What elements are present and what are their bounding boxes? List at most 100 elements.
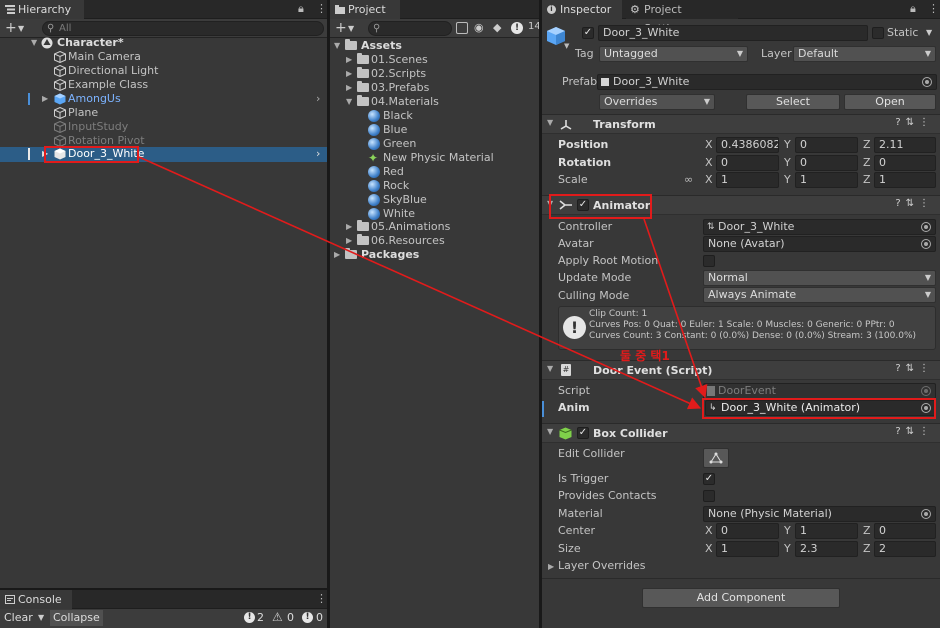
project-folder[interactable]: ▼ 04.Materials [330,95,539,109]
rotation-y-field[interactable]: 0 [795,155,858,171]
component-tools-icons[interactable]: ?⇅⋮ [895,426,934,437]
hierarchy-item-disabled[interactable]: Rotation Pivot [0,134,327,148]
position-y-field[interactable]: 0 [795,137,858,153]
expand-arrow-icon[interactable]: ▶ [334,248,340,262]
project-folder[interactable]: ▶ 06.Resources [330,234,539,248]
icon-dropdown-arrow[interactable]: ▼ [564,42,569,50]
scale-y-field[interactable]: 1 [795,172,858,188]
component-tools-icons[interactable]: ?⇅⋮ [895,117,934,128]
project-folder-root[interactable]: ▼ Assets [330,39,539,53]
material-asset[interactable]: White [330,207,539,221]
material-asset[interactable]: Rock [330,179,539,193]
active-checkbox[interactable]: ✓ [582,27,594,39]
expand-arrow-icon[interactable]: ▶ [42,92,48,106]
project-folder-root[interactable]: ▶ Packages [330,248,539,262]
transform-header[interactable]: ▼ Transform ?⇅⋮ [542,114,940,134]
add-component-button[interactable]: Add Component [642,588,840,608]
expand-arrow-icon[interactable]: ▼ [346,95,352,109]
avatar-field[interactable]: None (Avatar) [703,236,936,252]
clear-button[interactable]: Clear [4,611,33,624]
dropdown-arrow-icon[interactable]: ▼ [18,24,24,33]
expand-arrow-icon[interactable]: ▶ [346,67,352,81]
project-folder[interactable]: ▶ 01.Scenes [330,53,539,67]
type-filter-icon[interactable]: ◉ [474,21,484,34]
kebab-menu-icon[interactable]: ⋮ [316,592,327,605]
box-collider-enabled-checkbox[interactable]: ✓ [577,427,589,439]
expand-arrow-icon[interactable]: ▶ [42,147,48,161]
static-dropdown-arrow[interactable]: ▼ [926,28,932,37]
anim-field[interactable]: ↳ Door_3_White (Animator) [705,400,936,416]
select-button[interactable]: Select [746,94,840,110]
inspector-tab[interactable]: i Inspector [542,0,622,19]
tag-dropdown[interactable]: Untagged ▼ [599,46,748,62]
chevron-right-icon[interactable]: › [316,92,320,106]
hierarchy-item[interactable]: Directional Light [0,64,327,78]
edit-collider-button[interactable] [703,448,729,468]
hierarchy-item[interactable]: Main Camera [0,50,327,64]
warning-icon[interactable]: ⚠︎ [272,610,283,624]
hierarchy-item-selected[interactable]: ▶ Door_3_White › [0,147,327,162]
center-y-field[interactable]: 1 [795,523,858,539]
size-z-field[interactable]: 2 [874,541,936,557]
hierarchy-item[interactable]: Example Class [0,78,327,92]
fold-arrow-icon[interactable]: ▶ [548,562,554,571]
material-asset[interactable]: Green [330,137,539,151]
collapse-button[interactable]: Collapse [50,610,103,626]
kebab-menu-icon[interactable]: ⋮ [316,2,327,15]
expand-arrow-icon[interactable]: ▼ [31,36,37,50]
chevron-right-icon[interactable]: › [316,147,320,161]
scale-z-field[interactable]: 1 [874,172,936,188]
expand-arrow-icon[interactable]: ▶ [346,53,352,67]
link-icon[interactable]: ∞ [684,173,693,186]
project-folder[interactable]: ▶ 05.Animations [330,220,539,234]
scene-filter-icon[interactable] [456,22,468,34]
layer-dropdown[interactable]: Default ▼ [793,46,936,62]
position-x-field[interactable]: 0.4386082 [716,137,779,153]
scene-row[interactable]: ▼ Character* [0,36,327,50]
material-asset[interactable]: SkyBlue [330,193,539,207]
material-asset[interactable]: Black [330,109,539,123]
physic-material-asset[interactable]: ✦ New Physic Material [330,151,539,165]
prefab-field[interactable]: Door_3_White [597,74,937,90]
animator-header[interactable]: ▼ ✓ Animator ?⇅⋮ [542,195,940,215]
error-icon[interactable]: ! [302,612,313,623]
layer-overrides-label[interactable]: Layer Overrides [558,558,646,574]
project-folder[interactable]: ▶ 02.Scripts [330,67,539,81]
material-field[interactable]: None (Physic Material) [703,506,936,522]
center-z-field[interactable]: 0 [874,523,936,539]
size-y-field[interactable]: 2.3 [795,541,858,557]
info-icon[interactable]: ! [244,612,255,623]
center-x-field[interactable]: 0 [716,523,779,539]
lock-icon[interactable]: 🔒︎ [298,2,304,16]
object-name-field[interactable]: Door_3_White [598,25,868,41]
label-filter-icon[interactable]: ◆ [493,21,501,34]
lock-icon[interactable]: 🔒︎ [910,2,916,16]
expand-arrow-icon[interactable]: ▶ [346,220,352,234]
kebab-menu-icon[interactable]: ⋮ [928,2,939,15]
add-icon[interactable]: + [5,20,17,36]
console-tab[interactable]: Console [0,590,72,609]
project-settings-tab[interactable]: ⚙ Project Settings [626,0,738,35]
expand-arrow-icon[interactable]: ▶ [346,234,352,248]
hierarchy-tab[interactable]: Hierarchy [0,0,84,19]
expand-arrow-icon[interactable]: ▼ [334,39,340,53]
hierarchy-item-disabled[interactable]: InputStudy [0,120,327,134]
controller-field[interactable]: ⇅ Door_3_White [703,219,936,235]
project-folder[interactable]: ▶ 03.Prefabs [330,81,539,95]
position-z-field[interactable]: 2.11 [874,137,936,153]
size-x-field[interactable]: 1 [716,541,779,557]
box-collider-header[interactable]: ▼ ✓ Box Collider ?⇅⋮ [542,423,940,443]
update-mode-dropdown[interactable]: Normal ▼ [703,270,936,286]
component-tools-icons[interactable]: ?⇅⋮ [895,363,934,374]
project-search-input[interactable]: ⚲ [368,21,452,36]
clear-dropdown-icon[interactable]: ▼ [38,613,44,622]
scale-x-field[interactable]: 1 [716,172,779,188]
expand-arrow-icon[interactable]: ▶ [346,81,352,95]
provides-contacts-checkbox[interactable] [703,490,715,502]
rotation-z-field[interactable]: 0 [874,155,936,171]
object-picker-icon[interactable] [921,509,931,519]
hierarchy-item[interactable]: Plane [0,106,327,120]
info-filter-icon[interactable]: ! [511,22,523,34]
overrides-dropdown[interactable]: Overrides ▼ [599,94,715,110]
static-checkbox[interactable] [872,27,884,39]
